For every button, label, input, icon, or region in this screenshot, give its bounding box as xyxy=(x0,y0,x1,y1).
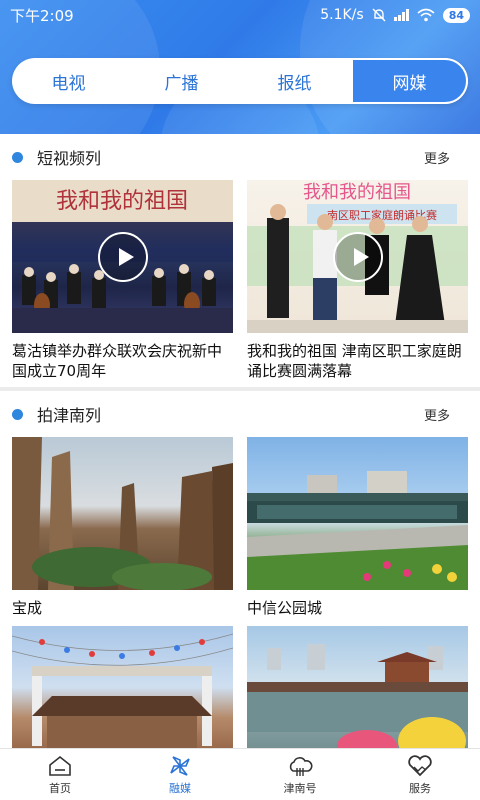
photo-caption[interactable]: 中信公园城 xyxy=(247,590,468,626)
photo-grid xyxy=(0,626,480,748)
nav-item-jinnan-hao[interactable]: 津南号 xyxy=(240,749,360,800)
net-speed: 5.1K/s xyxy=(320,7,364,23)
photo-card[interactable]: 宝成 xyxy=(12,437,233,626)
signal-icon xyxy=(393,9,409,21)
video-thumbnail[interactable]: 我和我的祖国 xyxy=(12,180,233,333)
tab-radio[interactable]: 广播 xyxy=(125,58,238,104)
nav-item-media[interactable]: 融媒 xyxy=(120,749,240,800)
photo-card[interactable] xyxy=(12,626,233,748)
status-time: 下午2:09 xyxy=(10,6,74,25)
photo-card[interactable]: 中信公园城 xyxy=(247,437,468,626)
section-title: 拍津南列 xyxy=(37,406,102,425)
battery-indicator: 84 xyxy=(442,7,470,23)
section-dot xyxy=(12,408,23,420)
handshake-heart-icon xyxy=(408,754,432,776)
nav-label: 服务 xyxy=(409,781,431,795)
photo-thumbnail[interactable] xyxy=(12,437,233,590)
video-card[interactable]: 我和我的祖国 南区职工家庭朗诵比赛 我和我的祖国 津南区职工家庭朗诵比赛圆满落幕 xyxy=(247,180,468,387)
section-title: 短视频列 xyxy=(37,149,102,168)
video-grid: 我和我的祖国 葛沽镇举办群众联欢会庆祝新中国成立70周年 我和我的祖国 南区职工… xyxy=(0,180,480,387)
wifi-icon xyxy=(417,8,435,22)
tab-tv[interactable]: 电视 xyxy=(12,58,125,104)
nav-item-service[interactable]: 服务 xyxy=(360,749,480,800)
video-thumbnail[interactable]: 我和我的祖国 南区职工家庭朗诵比赛 xyxy=(247,180,468,333)
nav-item-home[interactable]: 首页 xyxy=(0,749,120,800)
video-caption[interactable]: 葛沽镇举办群众联欢会庆祝新中国成立70周年 xyxy=(12,333,233,387)
photo-grid: 宝成 中信公园城 xyxy=(0,437,480,626)
photo-caption[interactable]: 宝成 xyxy=(12,590,233,626)
photo-thumbnail[interactable] xyxy=(247,437,468,590)
pinwheel-icon xyxy=(170,755,190,776)
home-icon xyxy=(49,755,71,776)
section-header-photo-jinnan: 拍津南列 更多 xyxy=(0,391,480,437)
tab-newspaper[interactable]: 报纸 xyxy=(238,58,351,104)
more-link[interactable]: 更多 xyxy=(424,405,450,424)
status-bar: 下午2:09 5.1K/s 84 xyxy=(0,0,480,30)
more-link[interactable]: 更多 xyxy=(424,148,450,167)
media-tab-bar: 电视 广播 报纸 网媒 xyxy=(12,58,468,104)
svg-text:我和我的祖国: 我和我的祖国 xyxy=(303,182,411,203)
photo-thumbnail[interactable] xyxy=(247,626,468,748)
tab-web-media[interactable]: 网媒 xyxy=(351,58,468,104)
nav-label: 融媒 xyxy=(169,781,191,795)
nav-label: 津南号 xyxy=(283,781,317,795)
cloud-icon xyxy=(289,756,313,776)
video-card[interactable]: 我和我的祖国 葛沽镇举办群众联欢会庆祝新中国成立70周年 xyxy=(12,180,233,387)
header: 下午2:09 5.1K/s 84 电视 广播 报纸 网媒 xyxy=(0,0,480,134)
section-dot xyxy=(12,151,23,163)
section-header-short-video: 短视频列 更多 xyxy=(0,134,480,180)
play-icon[interactable] xyxy=(333,232,383,282)
photo-card[interactable] xyxy=(247,626,468,748)
content-area[interactable]: 短视频列 更多 我和我的祖国 葛沽镇举办群众联欢会庆祝新中国成立70周年 我和我… xyxy=(0,134,480,748)
play-icon[interactable] xyxy=(98,232,148,282)
mute-bell-icon xyxy=(372,8,386,22)
nav-label: 首页 xyxy=(49,781,71,795)
bottom-nav: 首页 融媒 津南号 服务 xyxy=(0,748,480,800)
banner-text: 我和我的祖国 xyxy=(56,189,188,214)
video-caption[interactable]: 我和我的祖国 津南区职工家庭朗诵比赛圆满落幕 xyxy=(247,333,468,387)
photo-thumbnail[interactable] xyxy=(12,626,233,748)
